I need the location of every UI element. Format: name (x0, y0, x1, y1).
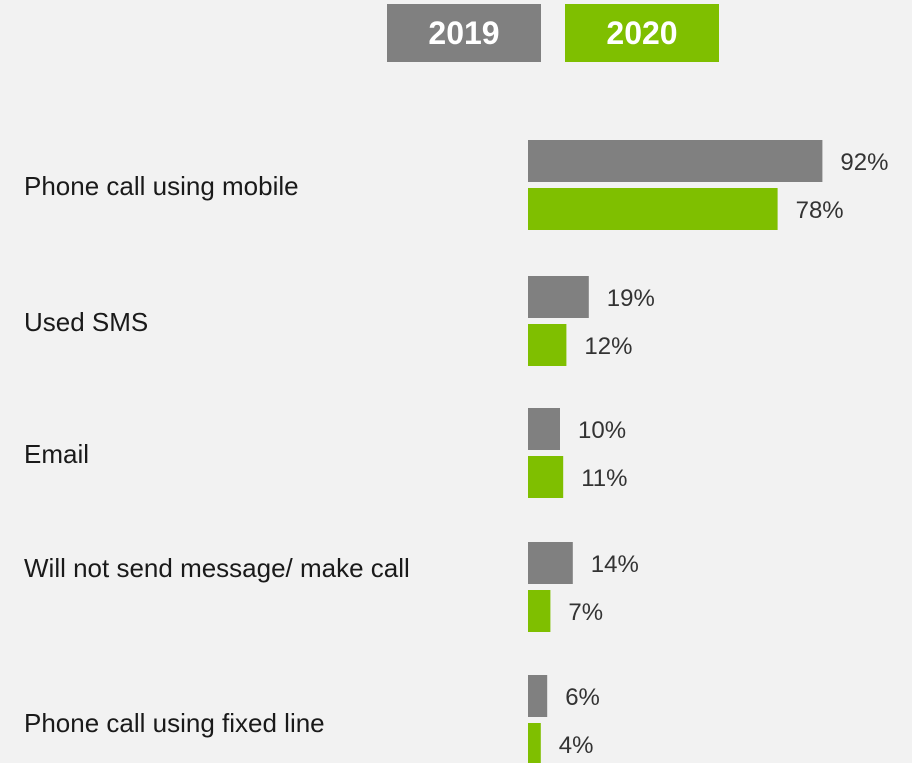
data-label-phone-call-fixed-2019: 6% (565, 684, 600, 711)
data-label-will-not-send-2020: 7% (568, 599, 603, 626)
bar-email-2019 (528, 408, 560, 450)
bar-will-not-send-2020 (528, 590, 551, 632)
data-label-will-not-send-2019: 14% (591, 551, 639, 578)
bar-email-2020 (528, 456, 564, 498)
data-label-phone-call-mobile-2019: 92% (840, 149, 888, 176)
bar-phone-call-mobile-2020 (528, 188, 778, 230)
bar-used-sms-2020 (528, 324, 567, 366)
data-label-used-sms-2019: 19% (607, 285, 655, 312)
data-label-email-2019: 10% (578, 417, 626, 444)
bar-phone-call-fixed-2019 (528, 675, 548, 717)
data-label-phone-call-fixed-2020: 4% (559, 732, 594, 759)
bar-used-sms-2019 (528, 276, 589, 318)
bar-phone-call-mobile-2019 (528, 140, 823, 182)
bar-phone-call-fixed-2020 (528, 723, 541, 763)
bar-will-not-send-2019 (528, 542, 573, 584)
bar-chart: 92% 78% 19% 12% 10% 11% 14% 7% 6% 4% (528, 140, 888, 763)
data-label-email-2020: 11% (581, 465, 627, 492)
data-label-used-sms-2020: 12% (584, 333, 632, 360)
data-label-phone-call-mobile-2020: 78% (796, 197, 844, 224)
